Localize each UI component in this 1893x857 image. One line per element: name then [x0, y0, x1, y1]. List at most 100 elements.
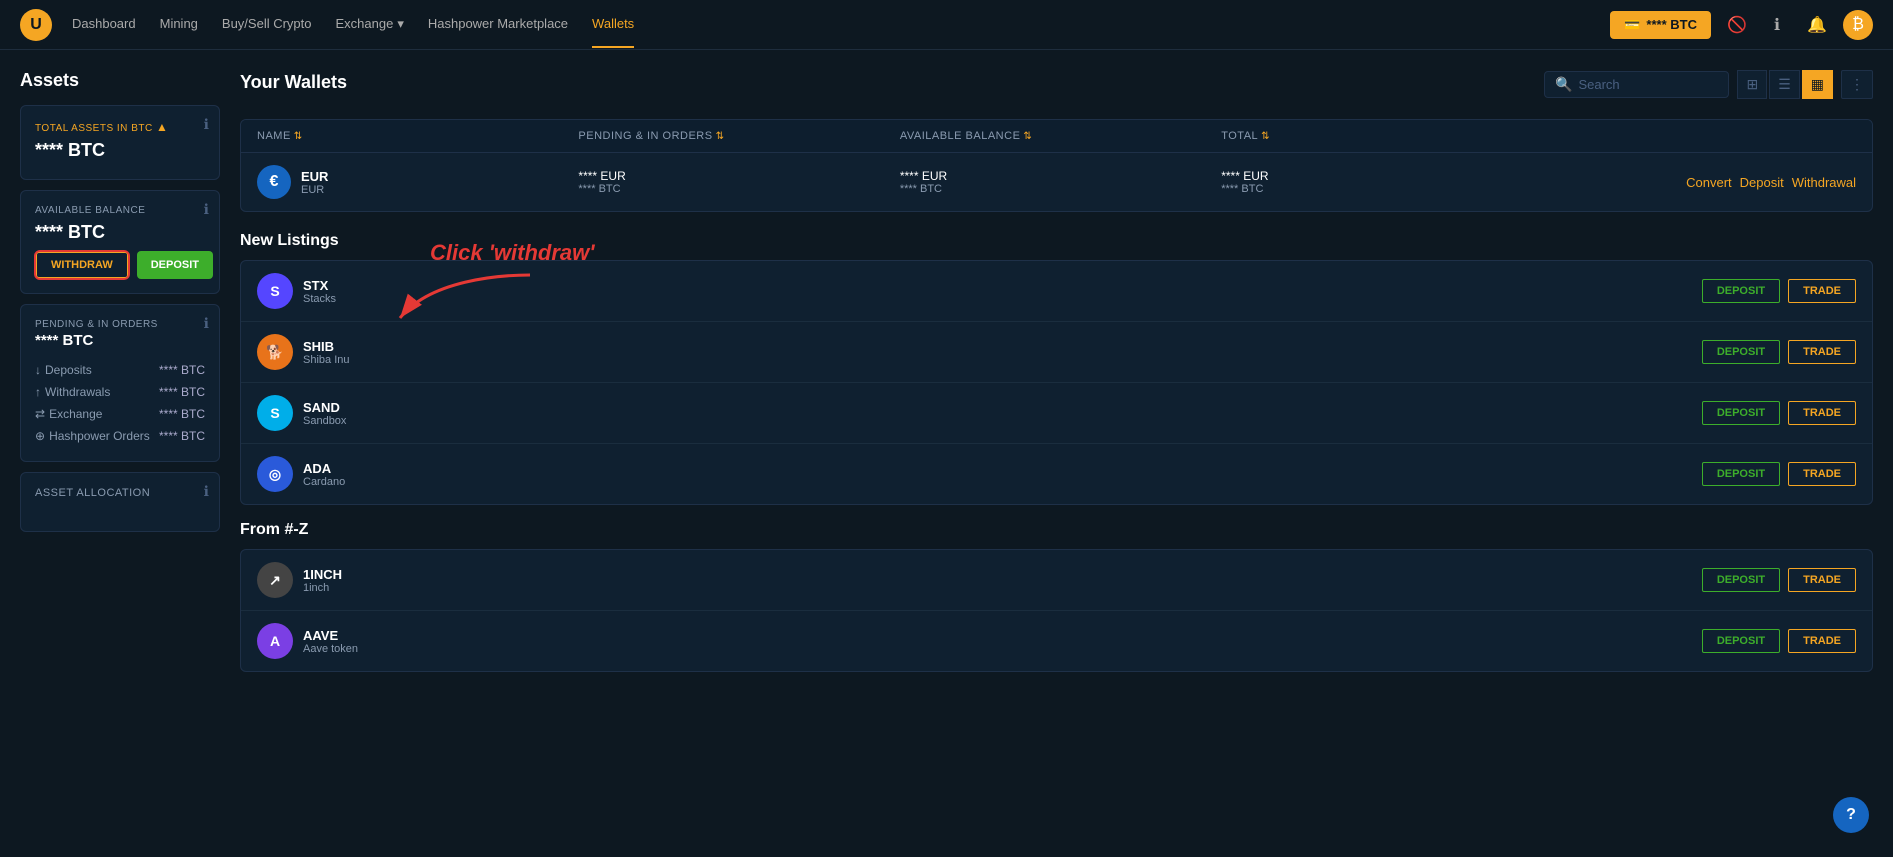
coin-subname: EUR [301, 184, 328, 196]
table-view-button[interactable]: ▦ [1802, 70, 1833, 99]
available-balance-value: **** BTC [35, 222, 205, 243]
list-item: 🐕 SHIB Shiba Inu DEPOSIT TRADE [241, 322, 1872, 383]
info-icon[interactable]: ℹ [1763, 11, 1791, 39]
shib-icon: 🐕 [257, 334, 293, 370]
allocation-info-icon[interactable]: ℹ [204, 483, 209, 500]
help-button[interactable]: ? [1833, 797, 1869, 833]
oneinch-deposit-button[interactable]: DEPOSIT [1702, 568, 1780, 592]
asset-allocation-card: ASSET ALLOCATION ℹ [20, 472, 220, 532]
avatar[interactable]: ₿ [1843, 10, 1873, 40]
th-pending: PENDING & IN ORDERS ⇅ [578, 130, 891, 142]
withdrawal-arrow-icon: ↑ [35, 385, 41, 399]
new-listings-table: S STX Stacks DEPOSIT TRADE 🐕 SHIB Shiba … [240, 260, 1873, 505]
main-layout: Assets TOTAL ASSETS IN BTC ▲ **** BTC ℹ … [0, 50, 1893, 857]
pending-orders-card: PENDING & IN ORDERS **** BTC ↓ Deposits … [20, 304, 220, 462]
cell-actions: Convert Deposit Withdrawal [1543, 175, 1856, 190]
cell-pending: **** EUR **** BTC [578, 169, 891, 195]
pending-info-icon[interactable]: ℹ [204, 315, 209, 332]
eur-icon: € [257, 165, 291, 199]
shib-trade-button[interactable]: TRADE [1788, 340, 1856, 364]
sand-trade-button[interactable]: TRADE [1788, 401, 1856, 425]
from-az-title: From #-Z [240, 521, 1873, 539]
shib-deposit-button[interactable]: DEPOSIT [1702, 340, 1780, 364]
total-assets-value: **** BTC [35, 140, 205, 161]
sand-info: SAND Sandbox [303, 400, 1692, 427]
sidebar: Assets TOTAL ASSETS IN BTC ▲ **** BTC ℹ … [20, 70, 220, 837]
btc-balance-button[interactable]: 💳 **** BTC [1610, 11, 1711, 39]
shib-info: SHIB Shiba Inu [303, 339, 1692, 366]
hashpower-icon: ⊕ [35, 429, 45, 443]
stx-info: STX Stacks [303, 278, 1692, 305]
list-item: ◎ ADA Cardano DEPOSIT TRADE [241, 444, 1872, 504]
deposit-eur-button[interactable]: Deposit [1740, 175, 1784, 190]
new-listings-title: New Listings [240, 232, 1873, 250]
nav-dashboard[interactable]: Dashboard [72, 2, 136, 48]
nav-mining[interactable]: Mining [160, 2, 198, 48]
table-row: € EUR EUR **** EUR **** BTC **** EUR ***… [241, 153, 1872, 211]
coin-name: EUR [301, 169, 328, 184]
pending-value: **** BTC [35, 332, 205, 349]
available-balance-label: AVAILABLE BALANCE [35, 205, 205, 216]
eye-slash-icon[interactable]: 🚫 [1723, 11, 1751, 39]
total-assets-label: TOTAL ASSETS IN BTC ▲ [35, 120, 205, 134]
exchange-icon: ⇄ [35, 407, 45, 421]
oneinch-actions: DEPOSIT TRADE [1702, 568, 1856, 592]
withdraw-button[interactable]: WITHDRAW [35, 251, 129, 279]
ada-info: ADA Cardano [303, 461, 1692, 488]
sidebar-title: Assets [20, 70, 220, 91]
pending-hashpower: ⊕ Hashpower Orders **** BTC [35, 425, 205, 447]
bell-icon[interactable]: 🔔 [1803, 11, 1831, 39]
ada-actions: DEPOSIT TRADE [1702, 462, 1856, 486]
pending-sort-icon[interactable]: ⇅ [716, 131, 725, 142]
available-balance-info-icon[interactable]: ℹ [204, 201, 209, 218]
total-assets-info-icon[interactable]: ℹ [204, 116, 209, 133]
main-content: Your Wallets 🔍 ⊞ ☰ ▦ ⋮ NAME ⇅ [240, 70, 1873, 837]
search-box: 🔍 [1544, 71, 1729, 98]
ada-trade-button[interactable]: TRADE [1788, 462, 1856, 486]
logo[interactable]: U [20, 9, 52, 41]
nav-exchange[interactable]: Exchange ▾ [336, 2, 404, 48]
list-view-button[interactable]: ☰ [1769, 70, 1800, 99]
nav-buysell[interactable]: Buy/Sell Crypto [222, 2, 312, 48]
wallets-header: 🔍 ⊞ ☰ ▦ ⋮ [1544, 70, 1873, 99]
table-header: NAME ⇅ PENDING & IN ORDERS ⇅ AVAILABLE B… [241, 120, 1872, 153]
pending-exchange: ⇄ Exchange **** BTC [35, 403, 205, 425]
sand-actions: DEPOSIT TRADE [1702, 401, 1856, 425]
deposit-button[interactable]: DEPOSIT [137, 251, 213, 279]
deposit-arrow-icon: ↓ [35, 363, 41, 377]
cell-balance: **** EUR **** BTC [900, 169, 1213, 195]
pending-deposits: ↓ Deposits **** BTC [35, 359, 205, 381]
ada-icon: ◎ [257, 456, 293, 492]
nav-hashpower[interactable]: Hashpower Marketplace [428, 2, 568, 48]
more-options-button[interactable]: ⋮ [1841, 70, 1873, 99]
search-input[interactable] [1578, 77, 1718, 92]
ada-deposit-button[interactable]: DEPOSIT [1702, 462, 1780, 486]
sand-icon: S [257, 395, 293, 431]
sand-deposit-button[interactable]: DEPOSIT [1702, 401, 1780, 425]
balance-sort-icon[interactable]: ⇅ [1023, 131, 1032, 142]
aave-icon: A [257, 623, 293, 659]
oneinch-info: 1INCH 1inch [303, 567, 1692, 594]
grid-view-button[interactable]: ⊞ [1737, 70, 1767, 99]
oneinch-trade-button[interactable]: TRADE [1788, 568, 1856, 592]
total-assets-card: TOTAL ASSETS IN BTC ▲ **** BTC ℹ [20, 105, 220, 180]
list-item: S SAND Sandbox DEPOSIT TRADE [241, 383, 1872, 444]
total-sort-icon[interactable]: ⇅ [1261, 131, 1270, 142]
withdrawal-button[interactable]: Withdrawal [1792, 175, 1856, 190]
stx-deposit-button[interactable]: DEPOSIT [1702, 279, 1780, 303]
convert-button[interactable]: Convert [1686, 175, 1732, 190]
shib-actions: DEPOSIT TRADE [1702, 340, 1856, 364]
pending-list: ↓ Deposits **** BTC ↑ Withdrawals **** B… [35, 359, 205, 447]
chevron-down-icon: ▾ [397, 16, 404, 32]
stx-icon: S [257, 273, 293, 309]
aave-deposit-button[interactable]: DEPOSIT [1702, 629, 1780, 653]
search-icon: 🔍 [1555, 76, 1572, 93]
navbar: U Dashboard Mining Buy/Sell Crypto Excha… [0, 0, 1893, 50]
nav-wallets[interactable]: Wallets [592, 2, 634, 48]
stx-trade-button[interactable]: TRADE [1788, 279, 1856, 303]
wallets-title: Your Wallets [240, 72, 347, 93]
aave-trade-button[interactable]: TRADE [1788, 629, 1856, 653]
nav-links: Dashboard Mining Buy/Sell Crypto Exchang… [72, 2, 1610, 48]
name-sort-icon[interactable]: ⇅ [294, 131, 303, 142]
nav-right: 💳 **** BTC 🚫 ℹ 🔔 ₿ [1610, 10, 1873, 40]
